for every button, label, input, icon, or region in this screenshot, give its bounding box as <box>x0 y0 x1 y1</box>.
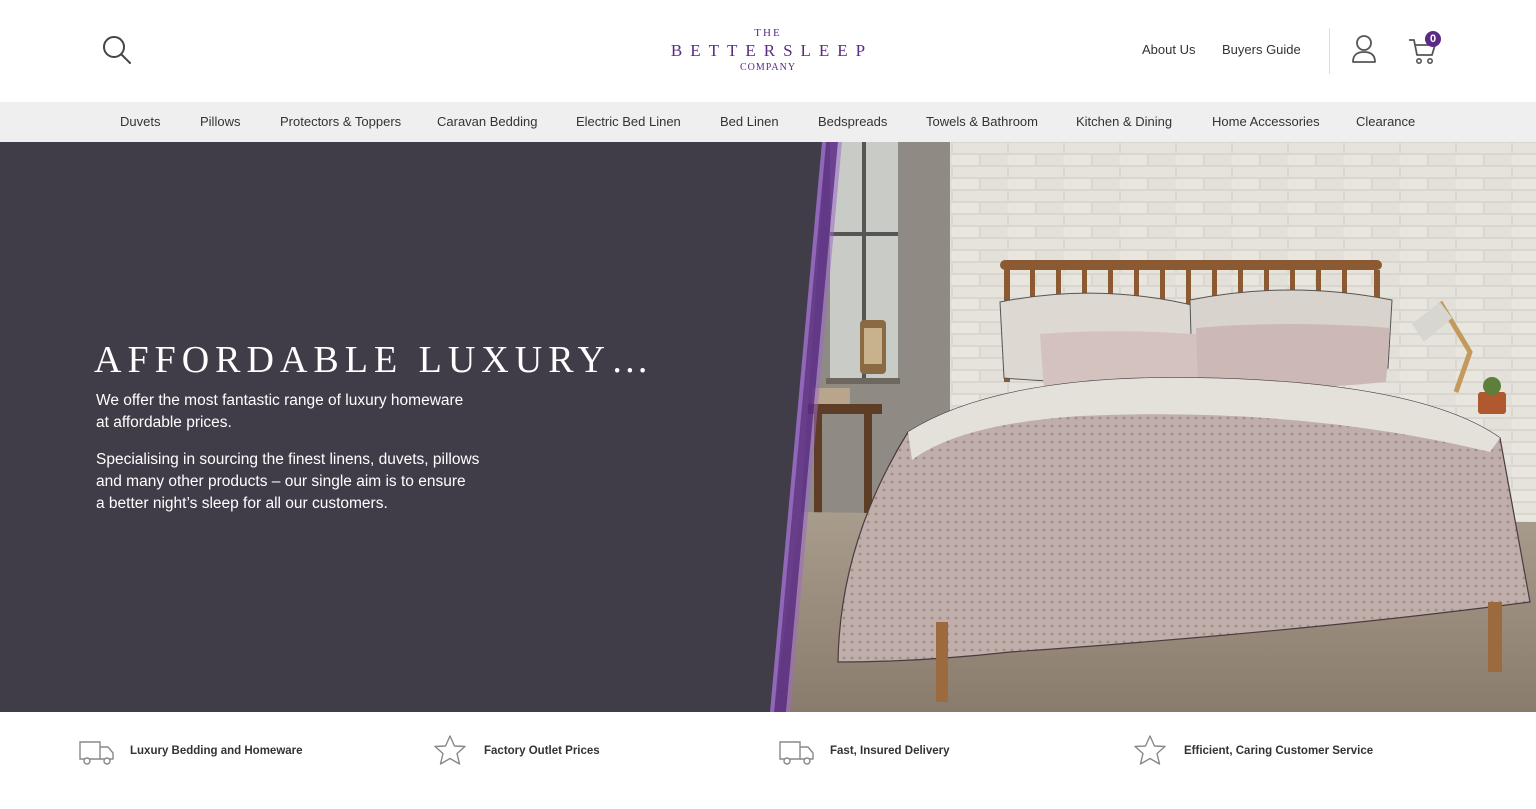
hero-intro-line-2: at affordable prices. <box>96 414 232 431</box>
nav-item-clearance[interactable]: Clearance <box>1356 114 1415 129</box>
feature-item: Luxury Bedding and Homeware <box>78 734 303 768</box>
nav-item-home-accessories[interactable]: Home Accessories <box>1212 114 1320 129</box>
site-logo[interactable]: THE BETTERSLEEP COMPANY <box>660 26 876 74</box>
feature-label: Luxury Bedding and Homeware <box>130 745 303 757</box>
nav-item-caravan-bedding[interactable]: Caravan Bedding <box>437 114 537 129</box>
feature-item: Fast, Insured Delivery <box>778 734 950 768</box>
nav-item-bedspreads[interactable]: Bedspreads <box>818 114 887 129</box>
search-icon <box>103 36 131 64</box>
hero-intro-line-1: We offer the most fantastic range of lux… <box>96 392 464 409</box>
user-icon <box>1352 35 1376 63</box>
hero-body-line-3: a better night’s sleep for all our custo… <box>96 495 388 512</box>
nav-item-towels-bathroom[interactable]: Towels & Bathroom <box>926 114 1038 129</box>
header-divider <box>1329 28 1330 74</box>
hero-body-line-2: and many other products – our single aim… <box>96 473 466 490</box>
nav-item-protectors-toppers[interactable]: Protectors & Toppers <box>280 114 401 129</box>
site-header: THE BETTERSLEEP COMPANY About Us Buyers … <box>0 0 1536 102</box>
about-us-link[interactable]: About Us <box>1142 42 1195 57</box>
truck-icon <box>79 741 114 765</box>
nav-item-electric-bed-linen[interactable]: Electric Bed Linen <box>576 114 681 129</box>
feature-item: Factory Outlet Prices <box>432 734 600 768</box>
logo-the: THE <box>754 27 782 39</box>
hero-body-paragraph: Specialising in sourcing the finest line… <box>96 449 516 515</box>
truck-icon <box>779 741 814 765</box>
hero-banner: AFFORDABLE LUXURY… We offer the most fan… <box>0 142 1536 712</box>
search-button[interactable] <box>100 33 134 67</box>
logo-brand: BETTERSLEEP <box>670 41 874 60</box>
nav-item-kitchen-dining[interactable]: Kitchen & Dining <box>1076 114 1172 129</box>
star-icon <box>1134 735 1166 765</box>
nav-item-bed-linen[interactable]: Bed Linen <box>720 114 779 129</box>
nav-item-pillows[interactable]: Pillows <box>200 114 240 129</box>
main-nav: Duvets Pillows Protectors & Toppers Cara… <box>0 102 1536 142</box>
hero-title: AFFORDABLE LUXURY… <box>94 339 655 381</box>
features-bar: Luxury Bedding and Homeware Factory Outl… <box>0 712 1536 809</box>
logo-company: COMPANY <box>739 62 797 73</box>
star-icon <box>434 735 466 765</box>
hero-body-line-1: Specialising in sourcing the finest line… <box>96 451 480 468</box>
feature-label: Factory Outlet Prices <box>484 745 600 757</box>
account-button[interactable] <box>1350 33 1378 65</box>
nav-item-duvets[interactable]: Duvets <box>120 114 160 129</box>
feature-label: Efficient, Caring Customer Service <box>1184 745 1374 757</box>
feature-label: Fast, Insured Delivery <box>830 745 950 757</box>
cart-count-badge: 0 <box>1425 31 1441 47</box>
feature-item: Efficient, Caring Customer Service <box>1132 734 1373 768</box>
buyers-guide-link[interactable]: Buyers Guide <box>1222 42 1301 57</box>
hero-intro-paragraph: We offer the most fantastic range of lux… <box>96 390 516 434</box>
